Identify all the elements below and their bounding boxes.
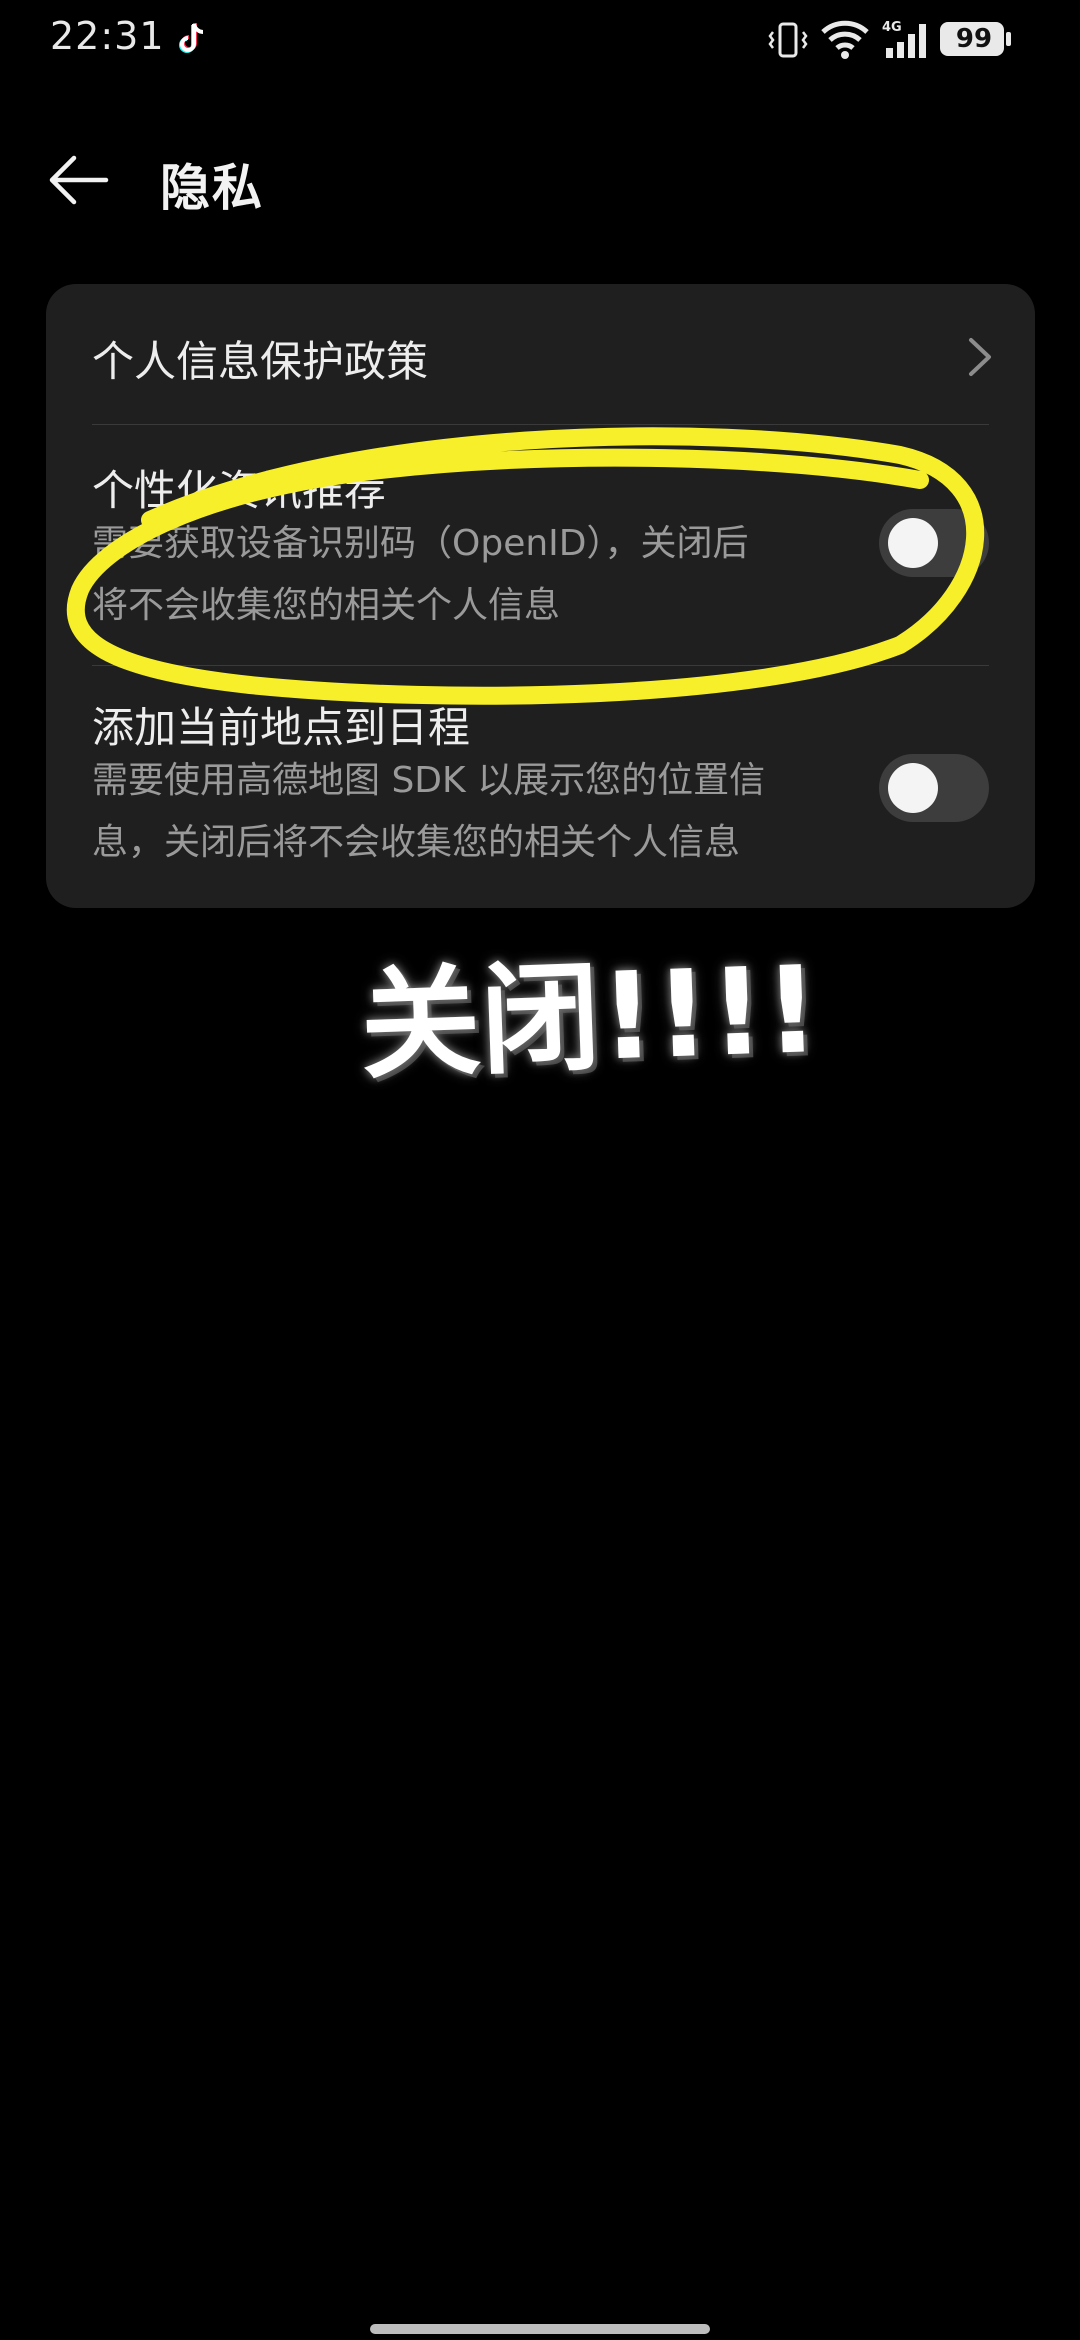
setting-title: 添加当前地点到日程 [92,703,471,752]
back-arrow-icon[interactable] [46,152,110,208]
setting-personalized-recommendation: 个性化资讯推荐 需要获取设备识别码（OpenID），关闭后 将不会收集您的相关个… [46,425,1035,665]
tiktok-icon [179,23,204,53]
signal-4g-icon: 4G [882,20,926,58]
setting-description-line: 需要获取设备识别码（OpenID），关闭后 [92,523,749,564]
annotation-caption: 关闭!!!! [358,941,822,1096]
setting-add-location-to-schedule: 添加当前地点到日程 需要使用高德地图 SDK 以展示您的位置信 息，关闭后将不会… [46,666,1035,908]
status-time: 22:31 [50,14,165,58]
add-location-toggle[interactable] [879,754,989,822]
screen: 22:31 4G 99 隐私 个人信息保护政策 个性化资讯推荐 需要获取设备识别… [0,0,1080,2340]
status-bar: 22:31 4G 99 [0,0,1080,80]
vibrate-icon [768,22,808,58]
setting-description: 需要获取设备识别码（OpenID），关闭后 将不会收集您的相关个人信息 [92,513,892,637]
setting-description-line: 需要使用高德地图 SDK 以展示您的位置信 [92,760,766,801]
toggle-knob [888,763,938,813]
wifi-icon [821,20,869,59]
svg-text:4G: 4G [882,20,902,35]
app-bar: 隐私 [0,130,1080,230]
setting-title: 个人信息保护政策 [92,337,429,386]
toggle-knob [888,518,938,568]
setting-description: 需要使用高德地图 SDK 以展示您的位置信 息，关闭后将不会收集您的相关个人信息 [92,750,892,874]
privacy-settings-card: 个人信息保护政策 个性化资讯推荐 需要获取设备识别码（OpenID），关闭后 将… [46,284,1035,908]
chevron-right-icon [969,338,991,376]
setting-description-line: 息，关闭后将不会收集您的相关个人信息 [92,822,741,863]
page-title: 隐私 [160,159,264,217]
setting-personal-info-policy[interactable]: 个人信息保护政策 [46,284,1035,424]
setting-title: 个性化资讯推荐 [92,466,387,515]
personalized-recommendation-toggle[interactable] [879,509,989,577]
battery-level: 99 [955,24,993,54]
home-indicator[interactable] [370,2324,710,2334]
setting-description-line: 将不会收集您的相关个人信息 [92,585,561,626]
